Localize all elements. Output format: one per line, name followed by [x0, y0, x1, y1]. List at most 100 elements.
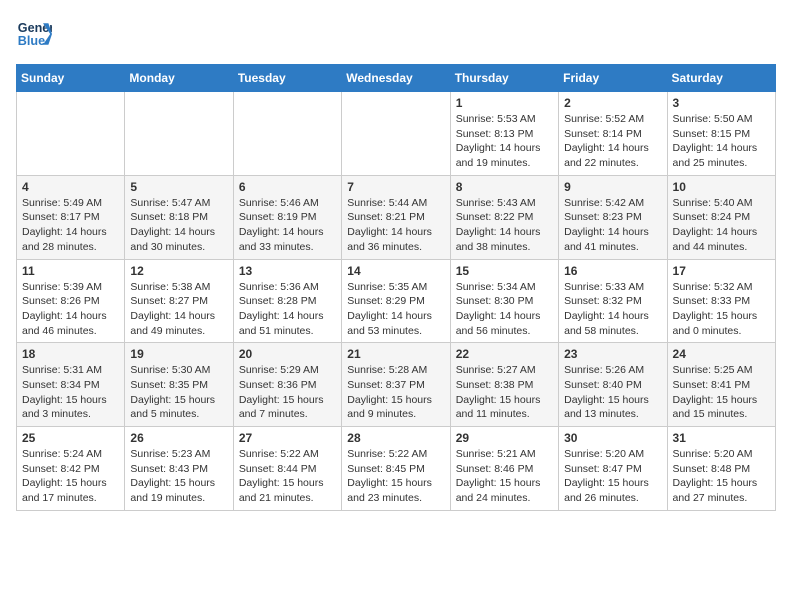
day-number: 6	[239, 180, 336, 194]
cell-content-line: and 28 minutes.	[22, 240, 119, 255]
calendar-cell: 15 Sunrise: 5:34 AMSunset: 8:30 PMDayligh…	[450, 259, 558, 343]
cell-content-line: Sunset: 8:40 PM	[564, 378, 661, 393]
day-number: 17	[673, 264, 770, 278]
cell-content-line: and 58 minutes.	[564, 324, 661, 339]
calendar-cell: 8Sunrise: 5:43 AMSunset: 8:22 PMDaylight…	[450, 175, 558, 259]
day-number: 18	[22, 347, 119, 361]
calendar-cell: 7Sunrise: 5:44 AMSunset: 8:21 PMDaylight…	[342, 175, 450, 259]
cell-content-line: Sunrise: 5:29 AM	[239, 363, 336, 378]
cell-content-line: and 33 minutes.	[239, 240, 336, 255]
cell-content-line: Sunrise: 5:25 AM	[673, 363, 770, 378]
logo: General Blue	[16, 16, 52, 52]
cell-content-line: Daylight: 15 hours	[564, 476, 661, 491]
calendar-cell: 10Sunrise: 5:40 AMSunset: 8:24 PMDayligh…	[667, 175, 775, 259]
cell-content-line: and 25 minutes.	[673, 156, 770, 171]
cell-content-line: Sunset: 8:33 PM	[673, 294, 770, 309]
day-of-week-header: Wednesday	[342, 65, 450, 92]
cell-content-line: Sunrise: 5:47 AM	[130, 196, 227, 211]
cell-content-line: Daylight: 15 hours	[564, 393, 661, 408]
calendar-cell: 11Sunrise: 5:39 AMSunset: 8:26 PMDayligh…	[17, 259, 125, 343]
cell-content-line: Sunset: 8:38 PM	[456, 378, 553, 393]
cell-content-line: Sunset: 8:32 PM	[564, 294, 661, 309]
cell-content-line: Sunset: 8:41 PM	[673, 378, 770, 393]
cell-content-line: Sunset: 8:15 PM	[673, 127, 770, 142]
cell-content-line: Sunrise: 5:22 AM	[347, 447, 444, 462]
day-number: 12	[130, 264, 227, 278]
cell-content-line: Daylight: 14 hours	[130, 309, 227, 324]
day-number: 29	[456, 431, 553, 445]
cell-content-line: Sunset: 8:19 PM	[239, 210, 336, 225]
cell-content-line: and 26 minutes.	[564, 491, 661, 506]
calendar-week-row: 11Sunrise: 5:39 AMSunset: 8:26 PMDayligh…	[17, 259, 776, 343]
cell-content-line: and 23 minutes.	[347, 491, 444, 506]
cell-content-line: Sunset: 8:28 PM	[239, 294, 336, 309]
cell-content-line: Sunrise: 5:20 AM	[673, 447, 770, 462]
day-number: 19	[130, 347, 227, 361]
calendar-header-row: SundayMondayTuesdayWednesdayThursdayFrid…	[17, 65, 776, 92]
cell-content-line: Daylight: 14 hours	[130, 225, 227, 240]
day-of-week-header: Saturday	[667, 65, 775, 92]
cell-content-line: and 15 minutes.	[673, 407, 770, 422]
cell-content-line: Sunrise: 5:24 AM	[22, 447, 119, 462]
cell-content-line: Sunset: 8:48 PM	[673, 462, 770, 477]
calendar-cell: 2Sunrise: 5:52 AMSunset: 8:14 PMDaylight…	[559, 92, 667, 176]
cell-content-line: and 27 minutes.	[673, 491, 770, 506]
day-of-week-header: Friday	[559, 65, 667, 92]
calendar-table: SundayMondayTuesdayWednesdayThursdayFrid…	[16, 64, 776, 511]
calendar-cell: 21Sunrise: 5:28 AMSunset: 8:37 PMDayligh…	[342, 343, 450, 427]
calendar-cell: 24Sunrise: 5:25 AMSunset: 8:41 PMDayligh…	[667, 343, 775, 427]
day-number: 8	[456, 180, 553, 194]
cell-content-line: and 51 minutes.	[239, 324, 336, 339]
day-number: 14	[347, 264, 444, 278]
cell-content-line: Sunset: 8:36 PM	[239, 378, 336, 393]
cell-content-line: Sunrise: 5:31 AM	[22, 363, 119, 378]
cell-content-line: Sunrise: 5:33 AM	[564, 280, 661, 295]
cell-content-line: Sunrise: 5:21 AM	[456, 447, 553, 462]
cell-content-line: Sunset: 8:14 PM	[564, 127, 661, 142]
cell-content-line: Sunset: 8:45 PM	[347, 462, 444, 477]
day-number: 13	[239, 264, 336, 278]
cell-content-line: and 21 minutes.	[239, 491, 336, 506]
cell-content-line: Sunset: 8:46 PM	[456, 462, 553, 477]
cell-content-line: and 7 minutes.	[239, 407, 336, 422]
calendar-cell: 1Sunrise: 5:53 AMSunset: 8:13 PMDaylight…	[450, 92, 558, 176]
cell-content-line: Daylight: 14 hours	[456, 309, 553, 324]
calendar-week-row: 18Sunrise: 5:31 AMSunset: 8:34 PMDayligh…	[17, 343, 776, 427]
cell-content-line: Daylight: 15 hours	[673, 476, 770, 491]
cell-content-line: Sunset: 8:22 PM	[456, 210, 553, 225]
cell-content-line: Daylight: 14 hours	[239, 309, 336, 324]
cell-content-line: and 17 minutes.	[22, 491, 119, 506]
calendar-cell	[342, 92, 450, 176]
cell-content-line: Daylight: 14 hours	[22, 309, 119, 324]
cell-content-line: Sunset: 8:42 PM	[22, 462, 119, 477]
calendar-cell: 19Sunrise: 5:30 AMSunset: 8:35 PMDayligh…	[125, 343, 233, 427]
day-number: 24	[673, 347, 770, 361]
cell-content-line: Sunrise: 5:46 AM	[239, 196, 336, 211]
day-number: 4	[22, 180, 119, 194]
day-number: 9	[564, 180, 661, 194]
day-number: 15	[456, 264, 553, 278]
cell-content-line: Sunset: 8:18 PM	[130, 210, 227, 225]
calendar-cell	[17, 92, 125, 176]
cell-content-line: Sunrise: 5:30 AM	[130, 363, 227, 378]
cell-content-line: Sunset: 8:26 PM	[22, 294, 119, 309]
cell-content-line: and 44 minutes.	[673, 240, 770, 255]
calendar-cell: 28Sunrise: 5:22 AMSunset: 8:45 PMDayligh…	[342, 427, 450, 511]
cell-content-line: Daylight: 14 hours	[673, 141, 770, 156]
cell-content-line: Sunset: 8:47 PM	[564, 462, 661, 477]
cell-content-line: Daylight: 15 hours	[130, 476, 227, 491]
day-number: 5	[130, 180, 227, 194]
calendar-cell: 14Sunrise: 5:35 AMSunset: 8:29 PMDayligh…	[342, 259, 450, 343]
cell-content-line: Sunrise: 5:40 AM	[673, 196, 770, 211]
cell-content-line: Sunset: 8:30 PM	[456, 294, 553, 309]
cell-content-line: and 22 minutes.	[564, 156, 661, 171]
calendar-week-row: 1Sunrise: 5:53 AMSunset: 8:13 PMDaylight…	[17, 92, 776, 176]
cell-content-line: Daylight: 14 hours	[347, 309, 444, 324]
calendar-cell: 17Sunrise: 5:32 AMSunset: 8:33 PMDayligh…	[667, 259, 775, 343]
cell-content-line: Sunset: 8:35 PM	[130, 378, 227, 393]
day-number: 23	[564, 347, 661, 361]
cell-content-line: and 56 minutes.	[456, 324, 553, 339]
cell-content-line: Sunrise: 5:34 AM	[456, 280, 553, 295]
cell-content-line: Daylight: 14 hours	[564, 309, 661, 324]
logo-icon: General Blue	[16, 16, 52, 52]
